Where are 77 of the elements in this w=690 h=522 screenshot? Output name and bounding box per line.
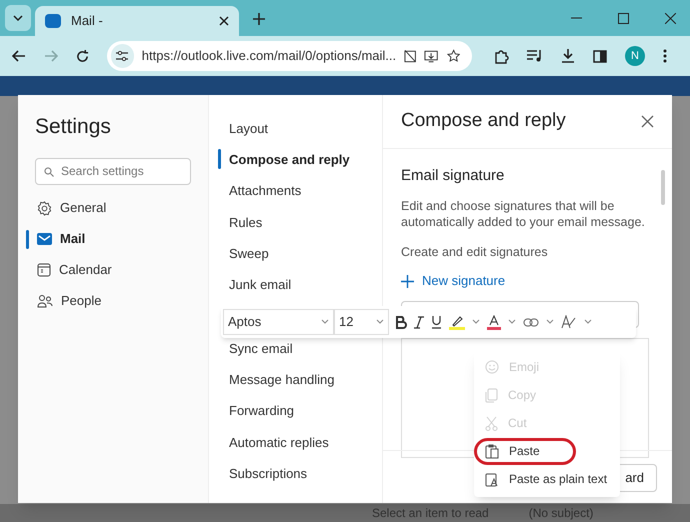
close-icon[interactable] — [641, 115, 654, 128]
selection-indicator — [26, 230, 29, 248]
highlighter-icon[interactable] — [449, 314, 465, 330]
chevron-down-icon[interactable] — [376, 319, 384, 325]
smiley-icon — [485, 360, 499, 374]
chevron-down-icon — [13, 15, 23, 21]
panel-title: Compose and reply — [401, 109, 567, 134]
subnav-item[interactable]: Attachments — [229, 181, 302, 201]
font-select[interactable]: Aptos — [223, 309, 334, 335]
subnav-item[interactable]: Message handling — [229, 370, 335, 390]
clipboard-icon — [485, 444, 499, 458]
chevron-down-icon[interactable] — [546, 319, 554, 325]
subnav-item[interactable]: Rules — [229, 212, 262, 232]
copy-icon — [485, 388, 498, 402]
subnav-item[interactable]: Subscriptions — [229, 464, 308, 484]
people-icon — [37, 294, 53, 308]
browser-tab[interactable]: Mail - — [35, 6, 239, 36]
chevron-down-icon[interactable] — [321, 319, 329, 325]
site-settings-icon[interactable] — [111, 44, 134, 68]
chevron-down-icon[interactable] — [584, 319, 592, 325]
subnav-item[interactable]: Compose and reply — [229, 150, 350, 170]
subnav-item[interactable]: Forwarding — [229, 401, 294, 421]
create-signatures-label: Create and edit signatures — [401, 244, 549, 261]
search-icon — [44, 166, 54, 176]
section-heading: Email signature — [401, 166, 506, 186]
back-arrow-icon[interactable] — [12, 50, 26, 62]
section-description: Edit and choose signatures that will be automatically added to your email message. — [401, 198, 646, 230]
menu-item[interactable]: Paste as plain text — [474, 465, 620, 493]
category-item[interactable]: Mail — [35, 224, 86, 254]
link-icon[interactable] — [523, 318, 539, 326]
menu-item[interactable]: Paste — [474, 437, 620, 465]
close-window-icon[interactable] — [665, 13, 676, 24]
new-tab-icon[interactable] — [253, 13, 265, 25]
search-field[interactable]: Search settings — [35, 158, 191, 184]
italic-icon[interactable] — [414, 316, 424, 328]
bold-icon[interactable] — [396, 316, 407, 328]
selection-indicator — [218, 149, 221, 170]
minimize-icon[interactable] — [571, 17, 582, 19]
tab-list-button[interactable] — [5, 5, 31, 31]
more-vertical-icon[interactable] — [663, 49, 667, 63]
category-item[interactable]: People — [35, 286, 102, 316]
url-text: https://outlook.live.com/mail/0/options/mail... — [142, 47, 396, 66]
underline-icon[interactable] — [431, 315, 442, 329]
chevron-down-icon[interactable] — [508, 319, 516, 325]
download-icon[interactable] — [561, 49, 575, 63]
subnav-item[interactable]: Layout — [229, 118, 268, 138]
subnav-item[interactable]: Sweep — [229, 244, 269, 264]
font-color-icon[interactable] — [487, 314, 501, 330]
draft-subject: (No subject) — [528, 505, 594, 522]
envelope-icon — [37, 233, 52, 245]
close-tab-icon[interactable] — [219, 16, 229, 26]
plus-icon — [401, 274, 414, 288]
format-painter-icon[interactable] — [561, 315, 577, 329]
clipboard-letter-icon — [485, 472, 499, 486]
calendar-icon — [37, 263, 51, 277]
tab-title: Mail - — [71, 12, 104, 30]
star-icon[interactable] — [446, 49, 460, 63]
new-signature-link[interactable]: New signature — [401, 271, 654, 291]
install-app-icon[interactable] — [424, 50, 439, 62]
reload-icon[interactable] — [76, 50, 89, 62]
size-select[interactable]: 12 — [334, 309, 389, 335]
scissors-icon — [485, 416, 498, 430]
gear-icon — [37, 200, 52, 216]
address-bar[interactable]: https://outlook.live.com/mail/0/options/mail... — [107, 41, 472, 71]
subnav-item[interactable]: Sync email — [229, 338, 293, 358]
side-panel-icon[interactable] — [593, 50, 607, 62]
chevron-down-icon[interactable] — [472, 319, 480, 325]
maximize-icon[interactable] — [618, 13, 629, 24]
clipboard-crossed-icon[interactable] — [404, 49, 416, 63]
puzzle-piece-icon[interactable] — [494, 48, 509, 64]
category-item[interactable]: Calendar — [35, 254, 112, 286]
scrollbar — [661, 170, 665, 205]
category-item[interactable]: General — [35, 192, 106, 224]
subnav-item[interactable]: Automatic replies — [229, 432, 329, 452]
subnav-item[interactable]: Junk email — [229, 275, 292, 295]
settings-title: Settings — [35, 114, 112, 140]
media-controls-icon[interactable] — [527, 50, 543, 62]
